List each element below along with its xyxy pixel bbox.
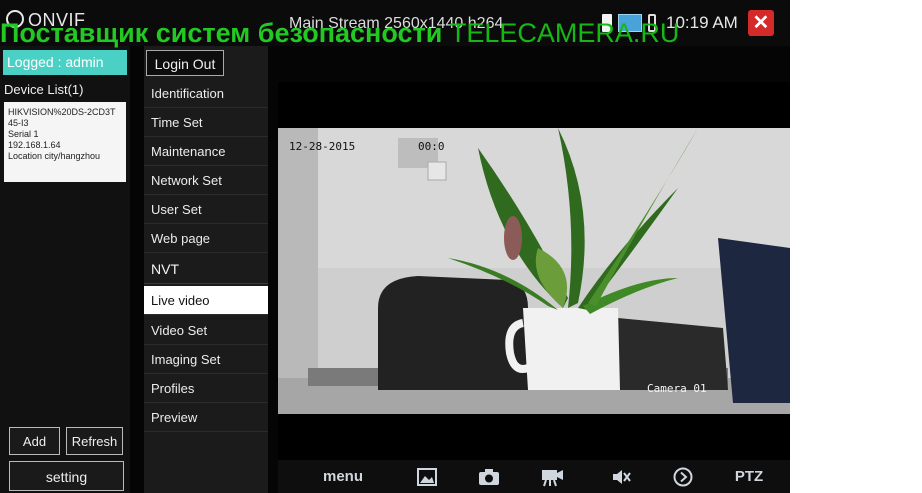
- device-screen: ONVIF Main Stream 2560x1440 h264 10:19 A…: [0, 0, 790, 493]
- device-name-cont: 45-I3: [8, 118, 29, 128]
- menu-item-identification[interactable]: Identification: [144, 79, 268, 108]
- video-date: 12-28-2015: [289, 140, 356, 153]
- menu-item-maintenance[interactable]: Maintenance: [144, 137, 268, 166]
- play-icon[interactable]: [668, 460, 698, 493]
- menu-column: Login Out Identification Time Set Mainte…: [144, 46, 268, 493]
- menu-item-web-page[interactable]: Web page: [144, 224, 268, 253]
- menu-section-nvt: NVT: [144, 255, 268, 284]
- device-list-item[interactable]: HIKVISION%20DS-2CD3T 45-I3 Serial 1 192.…: [4, 102, 126, 182]
- ptz-button[interactable]: PTZ: [728, 460, 770, 493]
- watermark-en: TELECAMERA.RU: [449, 18, 680, 48]
- video-toolbar: menu PTZ: [278, 460, 790, 493]
- watermark: Поставщик систем безопасности TELECAMERA…: [0, 18, 679, 49]
- device-panel: Logged : admin Device List(1) HIKVISION%…: [0, 46, 130, 493]
- camera-icon[interactable]: [474, 460, 504, 493]
- menu-item-user-set[interactable]: User Set: [144, 195, 268, 224]
- video-record-icon[interactable]: [538, 460, 568, 493]
- menu-item-preview[interactable]: Preview: [144, 403, 268, 432]
- menu-button[interactable]: menu: [318, 460, 368, 493]
- device-ip: 192.168.1.64: [8, 140, 61, 150]
- menu-item-network-set[interactable]: Network Set: [144, 166, 268, 195]
- image-icon[interactable]: [412, 460, 442, 493]
- menu-item-time-set[interactable]: Time Set: [144, 108, 268, 137]
- device-list-title: Device List(1): [4, 82, 84, 97]
- login-out-button[interactable]: Login Out: [146, 50, 224, 76]
- camera-label: Camera 01: [647, 382, 707, 395]
- menu-item-profiles[interactable]: Profiles: [144, 374, 268, 403]
- watermark-ru: Поставщик систем безопасности: [0, 18, 443, 48]
- setting-button[interactable]: setting: [9, 461, 124, 491]
- camera-scene-image: [278, 128, 790, 414]
- video-time: 00:0: [418, 140, 445, 153]
- menu-item-video-set[interactable]: Video Set: [144, 316, 268, 345]
- mute-icon[interactable]: [606, 460, 636, 493]
- device-name: HIKVISION%20DS-2CD3T: [8, 107, 116, 117]
- menu-item-live-video[interactable]: Live video: [144, 286, 268, 315]
- device-location: Location city/hangzhou: [8, 151, 101, 161]
- logged-status: Logged : admin: [3, 50, 127, 75]
- live-video-view[interactable]: 12-28-2015 00:0 Camera 01: [278, 128, 790, 414]
- add-button[interactable]: Add: [9, 427, 60, 455]
- close-icon[interactable]: ✕: [747, 10, 774, 36]
- menu-item-imaging-set[interactable]: Imaging Set: [144, 345, 268, 374]
- refresh-button[interactable]: Refresh: [66, 427, 123, 455]
- device-serial: Serial 1: [8, 129, 39, 139]
